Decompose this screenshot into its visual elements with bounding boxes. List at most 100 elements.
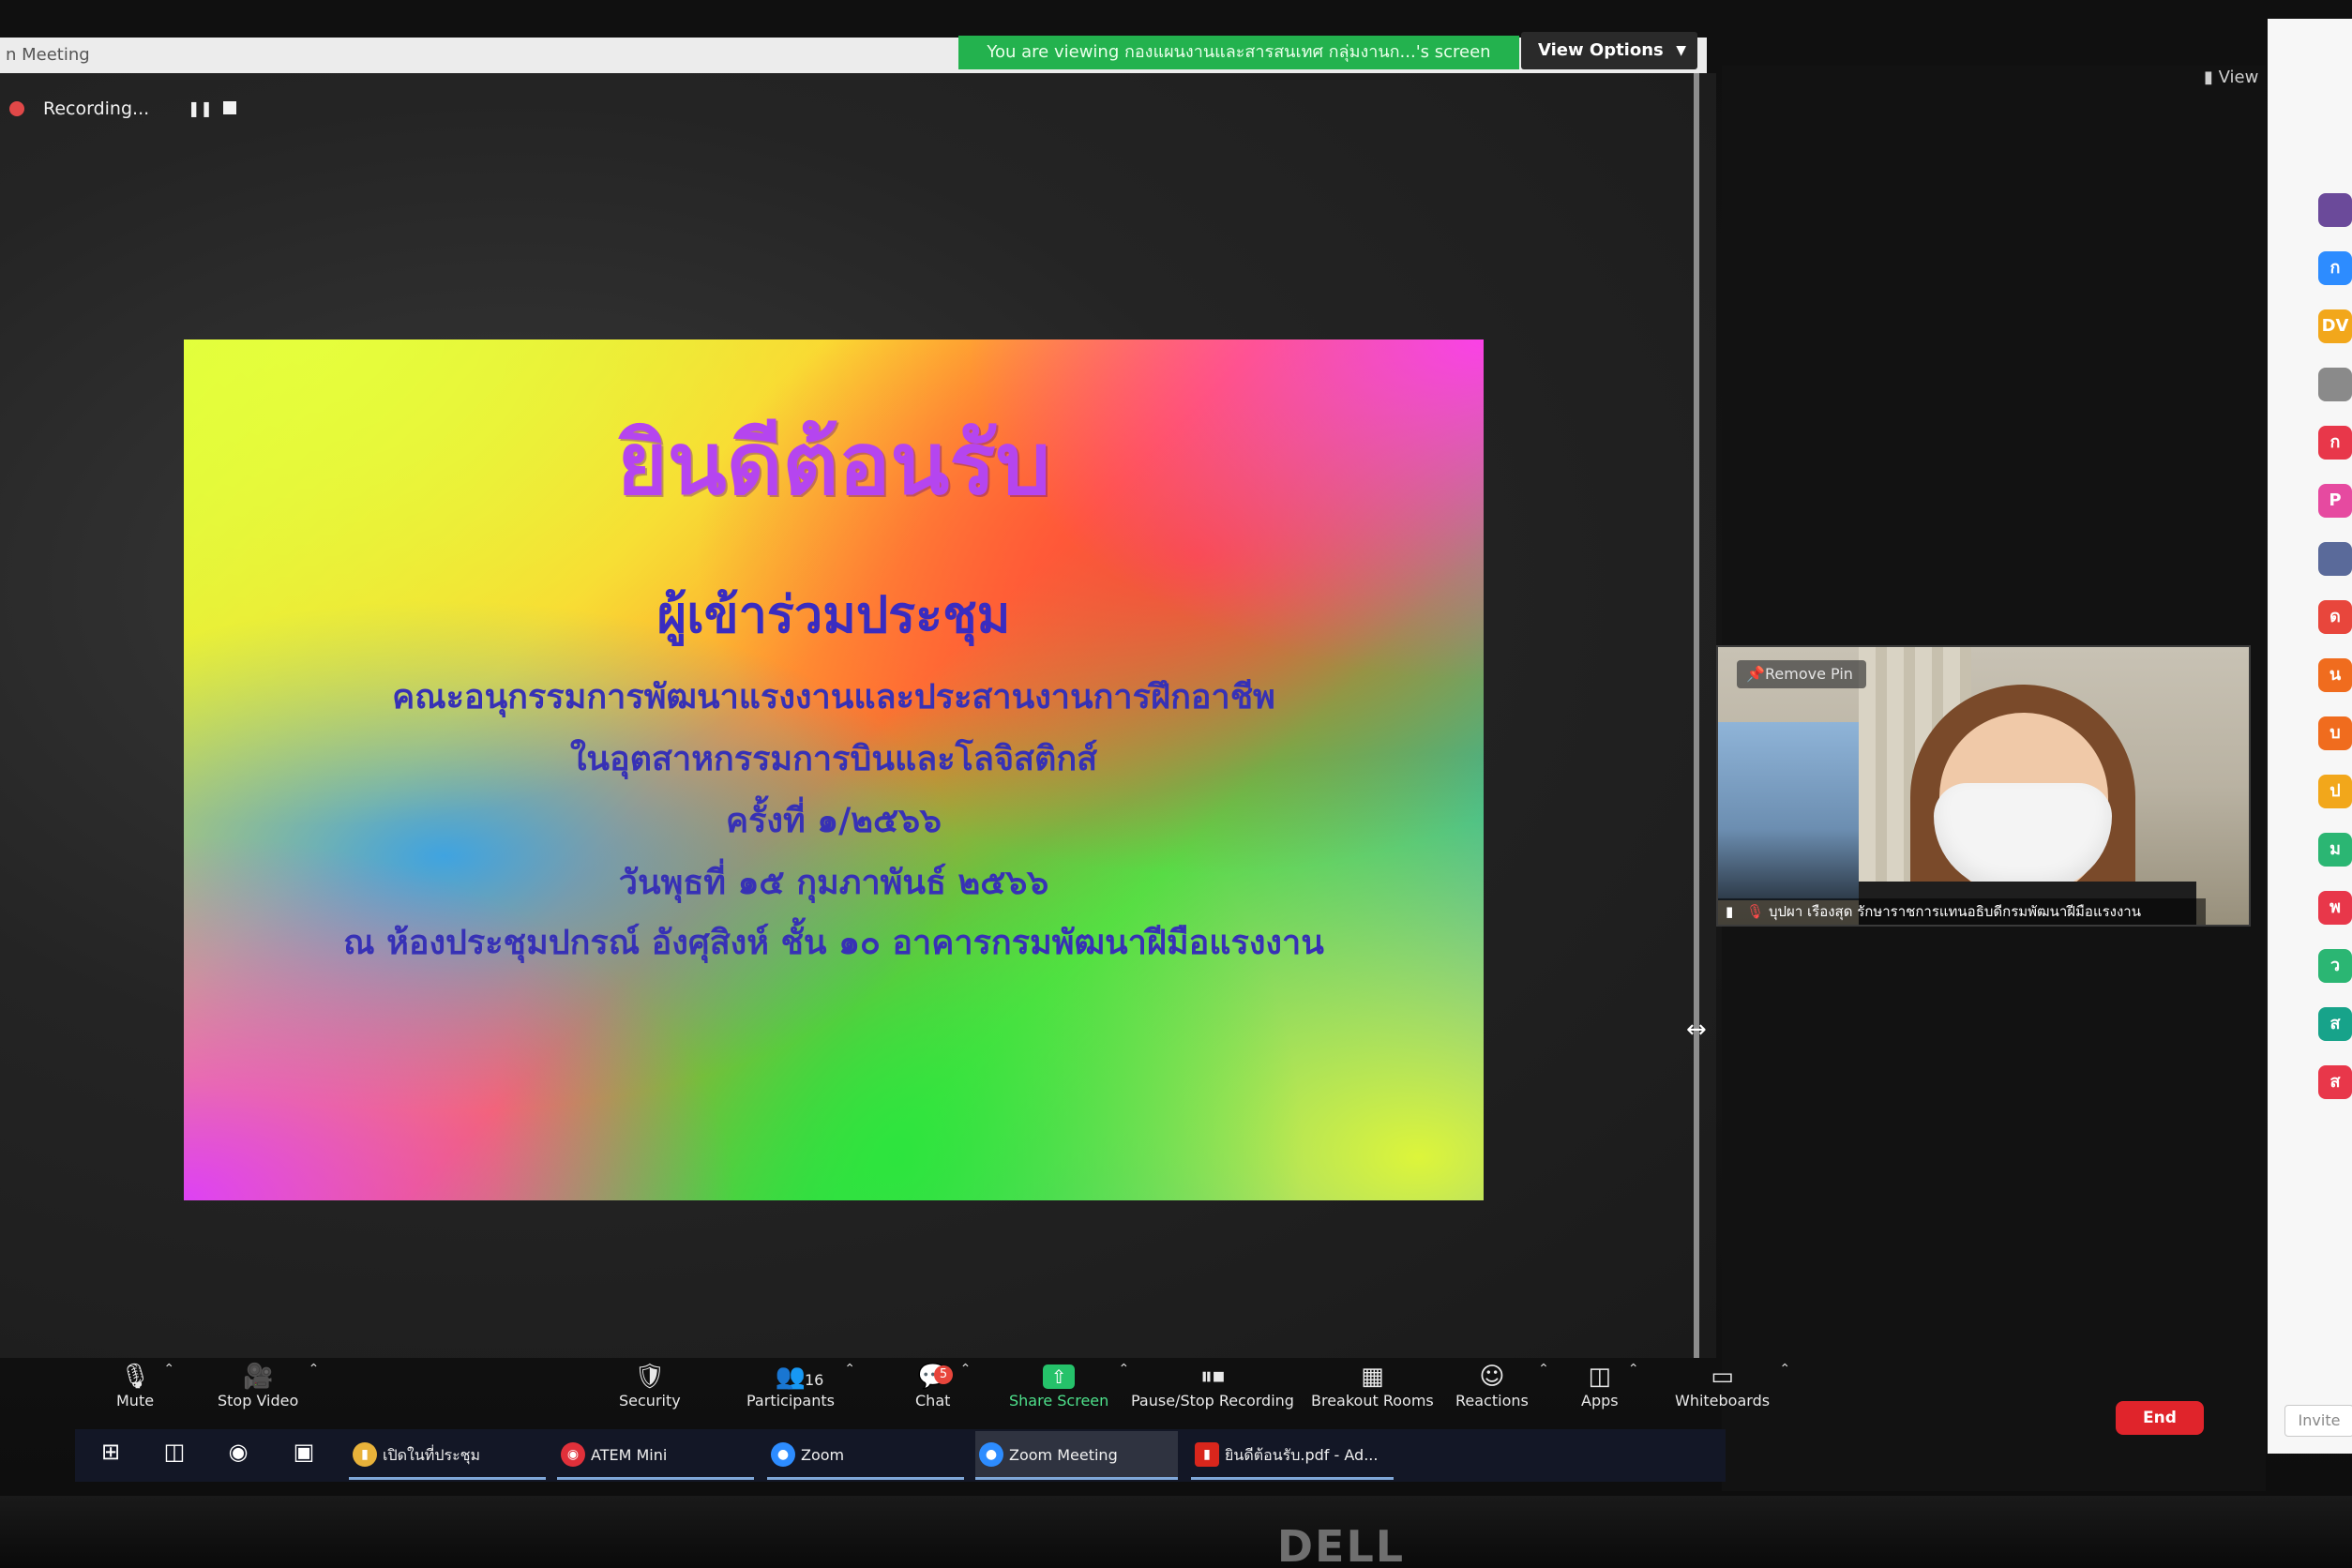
participant-avatar[interactable] xyxy=(2318,368,2352,401)
share-screen-button[interactable]: ⇧ Share Screen ⌃ xyxy=(1009,1362,1129,1410)
chevron-up-icon[interactable]: ⌃ xyxy=(1119,1362,1130,1377)
grid-icon: ▦ xyxy=(1361,1363,1384,1391)
participant-avatar[interactable]: ป xyxy=(2318,775,2352,808)
microphone-icon: 🎙 xyxy=(119,1363,151,1391)
recording-label: Recording... xyxy=(43,98,150,119)
whiteboard-icon: ▭ xyxy=(1711,1363,1734,1391)
taskbar-app-pdf[interactable]: ▮ ยินดีต้อนรับ.pdf - Ad... xyxy=(1191,1431,1394,1480)
apps-button[interactable]: ◫ Apps ⌃ xyxy=(1581,1362,1639,1410)
stop-video-label: Stop Video xyxy=(218,1392,299,1410)
invite-button[interactable]: Invite xyxy=(2284,1405,2352,1437)
whiteboards-button[interactable]: ▭ Whiteboards ⌃ xyxy=(1675,1362,1790,1410)
pause-icon[interactable]: ❚❚ xyxy=(188,90,213,128)
shared-slide: ยินดีต้อนรับ ผู้เข้าร่วมประชุม คณะอนุกรร… xyxy=(184,339,1484,1200)
participant-count: 16 xyxy=(805,1371,824,1389)
task-view-icon[interactable]: ◫ xyxy=(158,1435,191,1469)
chevron-up-icon[interactable]: ⌃ xyxy=(1779,1362,1790,1377)
end-meeting-button[interactable]: End xyxy=(2116,1401,2204,1435)
taskbar-app-zoom-meeting[interactable]: ● Zoom Meeting xyxy=(975,1431,1178,1480)
slide-line-industry: ในอุตสาหกรรมการบินและโลจิสติกส์ xyxy=(569,739,1098,778)
reactions-label: Reactions xyxy=(1455,1392,1529,1410)
signal-bars-icon: ▮ xyxy=(1726,903,1734,920)
chevron-up-icon[interactable]: ⌃ xyxy=(1538,1362,1549,1377)
smiley-icon: ☺ xyxy=(1479,1363,1505,1391)
participant-avatar[interactable]: พ xyxy=(2318,891,2352,925)
remove-pin-label: Remove Pin xyxy=(1765,665,1853,683)
participant-avatar[interactable]: บ xyxy=(2318,716,2352,750)
muted-mic-icon: 🎙 xyxy=(1746,903,1765,920)
stop-video-button[interactable]: 🎥 Stop Video ⌃ xyxy=(218,1362,319,1410)
chevron-up-icon[interactable]: ⌃ xyxy=(1628,1362,1639,1377)
store-icon[interactable]: ▣ xyxy=(287,1435,321,1469)
taskbar-app-zoom[interactable]: ● Zoom xyxy=(767,1431,964,1480)
participant-avatar[interactable]: ม xyxy=(2318,833,2352,867)
pdf-icon: ▮ xyxy=(1195,1442,1219,1467)
participant-avatar[interactable]: ส xyxy=(2318,1007,2352,1041)
folder-icon: ▮ xyxy=(353,1442,377,1467)
pause-stop-recording-label: Pause/Stop Recording xyxy=(1131,1392,1294,1410)
participant-avatar[interactable]: ส xyxy=(2318,1065,2352,1099)
video-camera-icon: 🎥 xyxy=(242,1363,274,1391)
view-button[interactable]: ▮ View xyxy=(2204,68,2258,87)
pause-stop-recording-button[interactable]: ⏸⏹ Pause/Stop Recording xyxy=(1131,1362,1294,1410)
mute-button[interactable]: 🎙 Mute ⌃ xyxy=(116,1362,174,1410)
pin-icon: 📌 xyxy=(1746,665,1765,683)
screen-photo: n Meeting You are viewing กองแผนงานและสา… xyxy=(0,0,2352,1568)
recording-icon xyxy=(9,101,24,116)
slide-line-committee: คณะอนุกรรมการพัฒนาแรงงานและประสานงานการฝ… xyxy=(392,677,1275,716)
participant-name-tag: ▮ 🎙 บุปผา เรืองสุด รักษาราชการแทนอธิบดีก… xyxy=(1718,898,2206,925)
panel-divider[interactable] xyxy=(1694,73,1699,1358)
zoom-icon: ● xyxy=(771,1442,795,1467)
slide-subtitle: ผู้เข้าร่วมประชุม xyxy=(656,584,1011,644)
view-options-button[interactable]: View Options ▼ xyxy=(1521,32,1697,69)
taskbar-app-label: เปิดในที่ประชุม xyxy=(383,1446,481,1464)
taskbar-app-label: Zoom xyxy=(801,1446,845,1464)
mute-label: Mute xyxy=(116,1392,155,1410)
remove-pin-button[interactable]: 📌 Remove Pin xyxy=(1737,660,1866,688)
participant-avatar[interactable]: DV xyxy=(2318,309,2352,343)
slide-line-date: วันพุธที่ ๑๕ กุมภาพันธ์ ๒๕๖๖ xyxy=(618,863,1049,902)
chevron-up-icon[interactable]: ⌃ xyxy=(844,1362,855,1377)
share-arrow-icon: ⇧ xyxy=(1043,1364,1076,1389)
taskbar-app-label: Zoom Meeting xyxy=(1009,1446,1118,1464)
participant-avatar[interactable]: ก xyxy=(2318,251,2352,285)
chevron-up-icon[interactable]: ⌃ xyxy=(163,1362,174,1377)
chevron-up-icon[interactable]: ⌃ xyxy=(309,1362,320,1377)
zoom-icon: ● xyxy=(979,1442,1003,1467)
view-label: View xyxy=(2218,68,2259,87)
view-icon: ▮ xyxy=(2204,68,2213,87)
participant-avatar[interactable]: ว xyxy=(2318,949,2352,983)
participant-avatar[interactable]: น xyxy=(2318,658,2352,692)
taskbar-app-folder[interactable]: ▮ เปิดในที่ประชุม xyxy=(349,1431,546,1480)
participant-avatar[interactable] xyxy=(2318,193,2352,227)
chevron-up-icon[interactable]: ⌃ xyxy=(960,1362,972,1377)
participant-name: บุปผา เรืองสุด รักษาราชการแทนอธิบดีกรมพั… xyxy=(1769,903,2141,920)
participant-avatar[interactable]: ด xyxy=(2318,600,2352,634)
security-button[interactable]: 🛡 Security xyxy=(619,1362,681,1410)
monitor-bezel xyxy=(0,1496,2352,1568)
apps-icon: ◫ xyxy=(1588,1363,1612,1391)
breakout-rooms-button[interactable]: ▦ Breakout Rooms xyxy=(1311,1362,1434,1410)
edge-browser-icon[interactable]: ◉ xyxy=(221,1435,255,1469)
participant-avatar[interactable]: P xyxy=(2318,484,2352,518)
slide-line-venue: ณ ห้องประชุมปกรณ์ อังศุสิงห์ ชั้น ๑๐ อาค… xyxy=(343,923,1324,962)
resize-arrows-icon[interactable]: ↔ xyxy=(1686,1018,1720,1042)
slide-line-session: ครั้งที่ ๑/๒๕๖๖ xyxy=(726,801,942,840)
share-screen-label: Share Screen xyxy=(1009,1392,1109,1410)
whiteboards-label: Whiteboards xyxy=(1675,1392,1771,1410)
apps-label: Apps xyxy=(1581,1392,1619,1410)
pause-stop-icon: ⏸⏹ xyxy=(1199,1363,1225,1391)
view-options-label: View Options xyxy=(1538,40,1664,60)
taskbar-app-label: ATEM Mini xyxy=(591,1446,668,1464)
participant-avatar[interactable] xyxy=(2318,542,2352,576)
windows-start-icon[interactable]: ⊞ xyxy=(94,1435,128,1469)
taskbar-app-atem[interactable]: ◉ ATEM Mini xyxy=(557,1431,754,1480)
participant-avatar[interactable]: ก xyxy=(2318,426,2352,460)
atem-icon: ◉ xyxy=(561,1442,585,1467)
stop-icon[interactable] xyxy=(223,101,236,114)
participants-label: Participants xyxy=(746,1392,835,1410)
monitor-brand-logo: DELL xyxy=(1276,1521,1406,1568)
shield-icon: 🛡 xyxy=(634,1363,666,1391)
reactions-button[interactable]: ☺ Reactions ⌃ xyxy=(1455,1362,1549,1410)
chat-label: Chat xyxy=(915,1392,951,1410)
